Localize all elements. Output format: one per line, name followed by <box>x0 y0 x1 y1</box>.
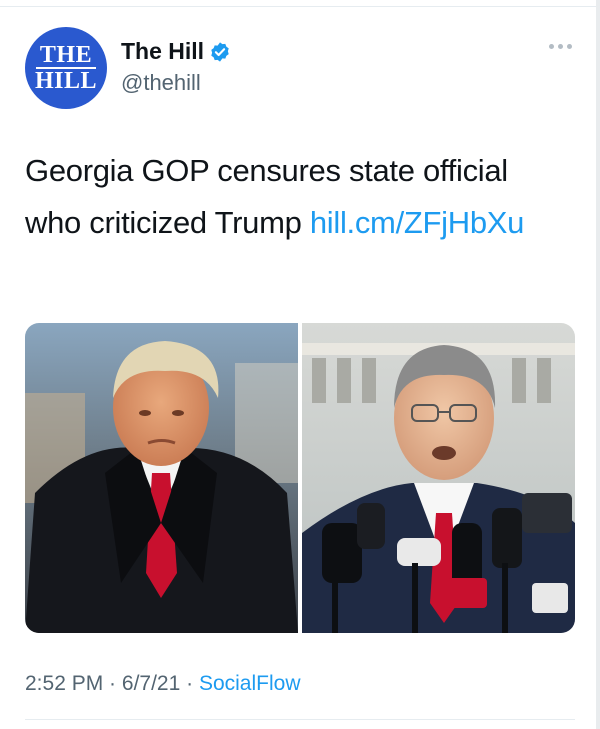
photo-right[interactable] <box>302 323 575 633</box>
avatar-text-line-2: HILL <box>34 68 98 94</box>
tweet-text: Georgia GOP censures state official who … <box>25 145 570 249</box>
tweet-date[interactable]: 6/7/21 <box>122 672 180 695</box>
avatar-text-line-1: THE <box>39 42 93 68</box>
tweet-time[interactable]: 2:52 PM <box>25 672 103 695</box>
verified-badge-icon <box>211 41 229 62</box>
dot <box>558 44 563 49</box>
dot <box>567 44 572 49</box>
dot <box>549 44 554 49</box>
meta-separator: · <box>180 672 199 695</box>
more-options-icon[interactable] <box>549 44 572 49</box>
author-name-row[interactable]: The Hill <box>121 38 231 65</box>
photo-left[interactable] <box>25 323 298 633</box>
display-name[interactable]: The Hill <box>121 38 204 65</box>
handle[interactable]: @thehill <box>121 70 201 96</box>
tweet-source[interactable]: SocialFlow <box>199 672 301 695</box>
tweet-card[interactable]: THE HILL The Hill @thehill Georgia GOP c… <box>0 0 600 729</box>
meta-separator: · <box>103 672 122 695</box>
bottom-divider <box>25 719 575 720</box>
tweet-link[interactable]: hill.cm/ZFjHbXu <box>310 205 525 240</box>
media-grid[interactable] <box>25 323 575 633</box>
avatar[interactable]: THE HILL <box>25 27 107 109</box>
tweet-meta: 2:52 PM · 6/7/21 · SocialFlow <box>25 672 301 696</box>
